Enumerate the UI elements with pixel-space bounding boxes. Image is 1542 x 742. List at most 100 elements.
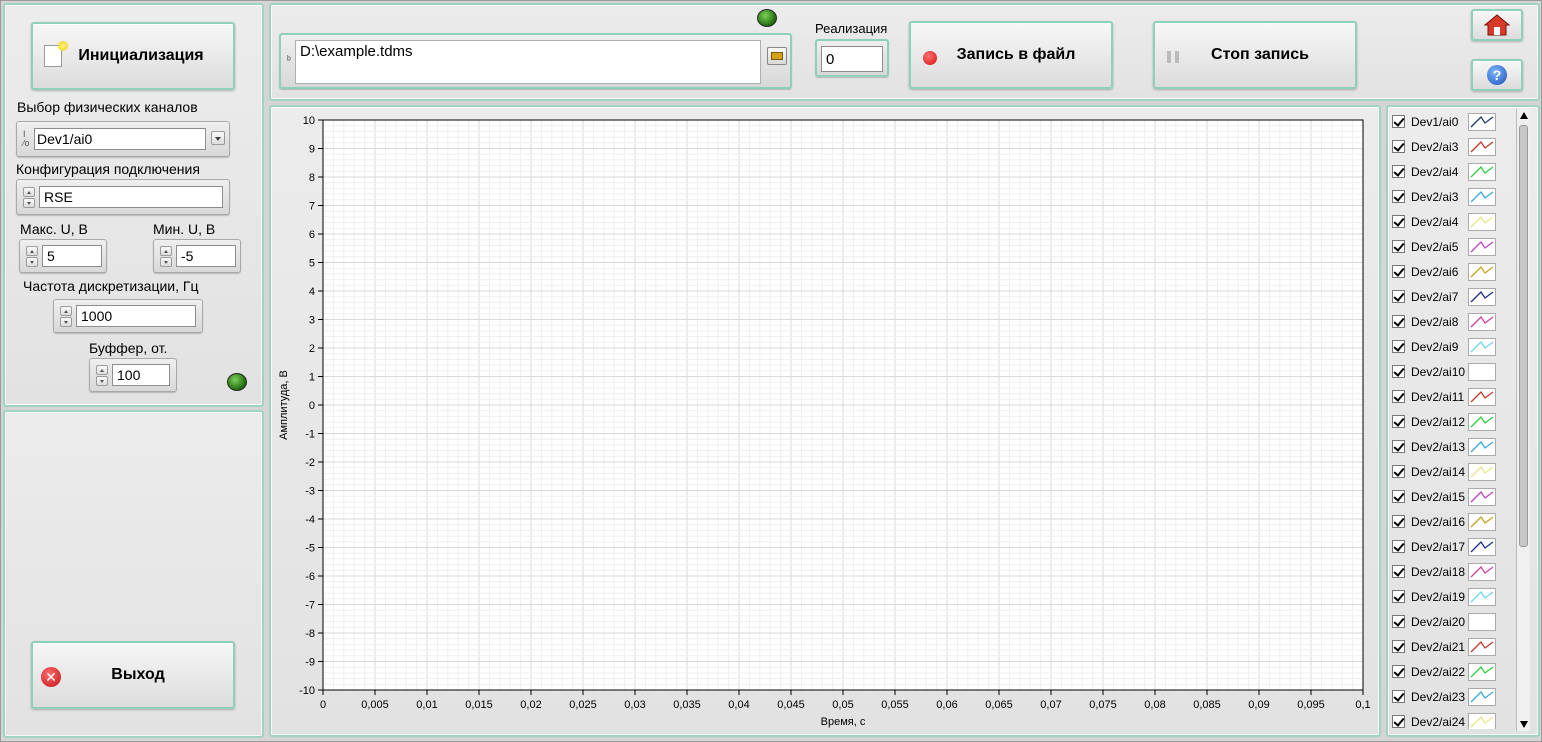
legend-item[interactable]: Dev2/ai23: [1388, 684, 1503, 709]
legend-checkbox[interactable]: [1392, 490, 1405, 503]
rate-control[interactable]: 1000: [53, 299, 203, 333]
legend-line-swatch[interactable]: [1468, 562, 1496, 581]
legend-line-swatch[interactable]: [1468, 112, 1496, 131]
max-u-stepper[interactable]: [26, 246, 38, 267]
init-button[interactable]: Инициализация: [31, 22, 235, 90]
legend-item[interactable]: Dev2/ai11: [1388, 384, 1503, 409]
legend-item[interactable]: Dev2/ai17: [1388, 534, 1503, 559]
buffer-control[interactable]: 100: [89, 358, 177, 392]
legend-line-swatch[interactable]: [1468, 337, 1496, 356]
legend-checkbox[interactable]: [1392, 240, 1405, 253]
legend-line-swatch[interactable]: [1468, 637, 1496, 656]
legend-item[interactable]: Dev2/ai18: [1388, 559, 1503, 584]
rate-stepper[interactable]: [60, 306, 72, 327]
legend-checkbox[interactable]: [1392, 640, 1405, 653]
legend-line-swatch[interactable]: [1468, 462, 1496, 481]
file-path-control[interactable]: ᵇ D:\example.tdms: [279, 33, 792, 89]
legend-item[interactable]: Dev2/ai13: [1388, 434, 1503, 459]
legend-line-swatch[interactable]: [1468, 162, 1496, 181]
help-button[interactable]: ?: [1471, 59, 1523, 91]
legend-checkbox[interactable]: [1392, 265, 1405, 278]
legend-line-swatch[interactable]: [1468, 137, 1496, 156]
legend-item[interactable]: Dev2/ai15: [1388, 484, 1503, 509]
legend-checkbox[interactable]: [1392, 690, 1405, 703]
legend-checkbox[interactable]: [1392, 365, 1405, 378]
buffer-value[interactable]: 100: [112, 364, 170, 386]
home-button[interactable]: [1471, 9, 1523, 41]
stop-button[interactable]: Стоп запись: [1153, 21, 1357, 89]
legend-checkbox[interactable]: [1392, 290, 1405, 303]
legend-checkbox[interactable]: [1392, 440, 1405, 453]
legend-checkbox[interactable]: [1392, 340, 1405, 353]
legend-line-swatch[interactable]: [1468, 387, 1496, 406]
legend-checkbox[interactable]: [1392, 515, 1405, 528]
chart-area[interactable]: 109876543210-1-2-3-4-5-6-7-8-9-100 0,005 0…: [271, 107, 1379, 735]
scroll-up-icon[interactable]: [1520, 112, 1528, 119]
legend-item[interactable]: Dev1/ai0: [1388, 109, 1503, 134]
legend-line-swatch[interactable]: [1468, 537, 1496, 556]
legend-checkbox[interactable]: [1392, 215, 1405, 228]
legend-line-swatch[interactable]: [1468, 412, 1496, 431]
channels-value[interactable]: Dev1/ai0: [34, 128, 206, 150]
legend-checkbox[interactable]: [1392, 665, 1405, 678]
min-u-control[interactable]: -5: [153, 239, 241, 273]
legend-item[interactable]: Dev2/ai19: [1388, 584, 1503, 609]
legend-item[interactable]: Dev2/ai4: [1388, 209, 1503, 234]
legend-line-swatch[interactable]: [1468, 687, 1496, 706]
legend-line-swatch[interactable]: [1468, 362, 1496, 381]
legend-line-swatch[interactable]: [1468, 287, 1496, 306]
legend-checkbox[interactable]: [1392, 140, 1405, 153]
min-u-value[interactable]: -5: [176, 245, 236, 267]
scroll-down-icon[interactable]: [1520, 721, 1528, 728]
legend-item[interactable]: Dev2/ai12: [1388, 409, 1503, 434]
legend-line-swatch[interactable]: [1468, 487, 1496, 506]
connection-stepper[interactable]: [23, 187, 35, 208]
connection-value[interactable]: RSE: [39, 186, 223, 208]
legend-checkbox[interactable]: [1392, 590, 1405, 603]
legend-checkbox[interactable]: [1392, 315, 1405, 328]
legend-checkbox[interactable]: [1392, 540, 1405, 553]
legend-checkbox[interactable]: [1392, 165, 1405, 178]
legend-checkbox[interactable]: [1392, 190, 1405, 203]
legend-checkbox[interactable]: [1392, 715, 1405, 728]
legend-item[interactable]: Dev2/ai14: [1388, 459, 1503, 484]
folder-open-icon[interactable]: [767, 47, 787, 65]
legend-checkbox[interactable]: [1392, 390, 1405, 403]
rate-value[interactable]: 1000: [76, 305, 196, 327]
legend-line-swatch[interactable]: [1468, 187, 1496, 206]
legend-line-swatch[interactable]: [1468, 712, 1496, 729]
legend-line-swatch[interactable]: [1468, 612, 1496, 631]
legend-item[interactable]: Dev2/ai16: [1388, 509, 1503, 534]
legend-item[interactable]: Dev2/ai8: [1388, 309, 1503, 334]
legend-line-swatch[interactable]: [1468, 512, 1496, 531]
legend-line-swatch[interactable]: [1468, 587, 1496, 606]
legend-line-swatch[interactable]: [1468, 262, 1496, 281]
connection-control[interactable]: RSE: [16, 179, 230, 215]
legend-checkbox[interactable]: [1392, 115, 1405, 128]
min-u-stepper[interactable]: [160, 246, 172, 267]
legend-item[interactable]: Dev2/ai6: [1388, 259, 1503, 284]
legend-item[interactable]: Dev2/ai21: [1388, 634, 1503, 659]
buffer-stepper[interactable]: [96, 365, 108, 386]
legend-item[interactable]: Dev2/ai3: [1388, 184, 1503, 209]
legend-item[interactable]: Dev2/ai3: [1388, 134, 1503, 159]
legend-checkbox[interactable]: [1392, 615, 1405, 628]
legend-line-swatch[interactable]: [1468, 212, 1496, 231]
legend-item[interactable]: Dev2/ai5: [1388, 234, 1503, 259]
file-path-value[interactable]: D:\example.tdms: [295, 40, 761, 84]
legend-item[interactable]: Dev2/ai9: [1388, 334, 1503, 359]
exit-button[interactable]: ✕ Выход: [31, 641, 235, 709]
legend-line-swatch[interactable]: [1468, 237, 1496, 256]
legend-checkbox[interactable]: [1392, 565, 1405, 578]
record-button[interactable]: Запись в файл: [909, 21, 1113, 89]
scroll-thumb[interactable]: [1519, 125, 1528, 547]
legend-item[interactable]: Dev2/ai10: [1388, 359, 1503, 384]
max-u-value[interactable]: 5: [42, 245, 102, 267]
legend-item[interactable]: Dev2/ai22: [1388, 659, 1503, 684]
legend-line-swatch[interactable]: [1468, 437, 1496, 456]
legend-checkbox[interactable]: [1392, 415, 1405, 428]
legend-checkbox[interactable]: [1392, 465, 1405, 478]
channels-selector[interactable]: I ⁄o Dev1/ai0: [16, 121, 230, 157]
legend-item[interactable]: Dev2/ai7: [1388, 284, 1503, 309]
legend-scrollbar[interactable]: [1516, 109, 1530, 731]
